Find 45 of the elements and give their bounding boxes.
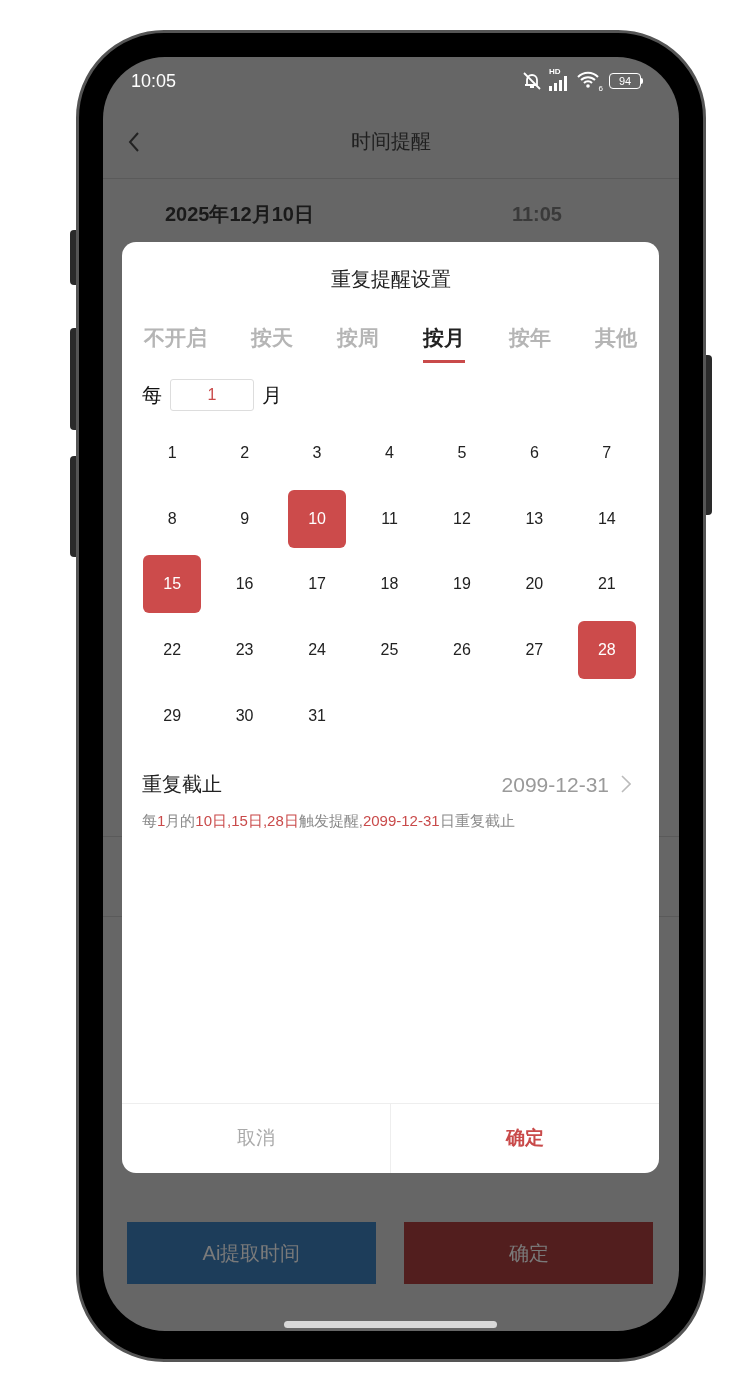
day-option[interactable]: 4 <box>360 424 419 483</box>
day-option[interactable]: 8 <box>143 489 202 548</box>
day-option[interactable]: 13 <box>505 489 564 548</box>
repeat-end-label: 重复截止 <box>142 772 222 798</box>
day-option[interactable]: 28 <box>577 621 636 680</box>
chevron-right-icon <box>621 775 631 794</box>
day-option[interactable]: 3 <box>288 424 347 483</box>
day-option[interactable]: 30 <box>215 686 274 745</box>
dialog-title: 重复提醒设置 <box>330 267 451 292</box>
day-option[interactable]: 19 <box>432 555 491 614</box>
day-option[interactable]: 2 <box>215 424 274 483</box>
status-time: 10:05 <box>131 69 177 93</box>
day-option[interactable]: 24 <box>288 621 347 680</box>
page-title: 时间提醒 <box>351 128 431 154</box>
day-option[interactable]: 11 <box>360 489 419 548</box>
day-option[interactable]: 25 <box>360 621 419 680</box>
day-option[interactable]: 1 <box>143 424 202 483</box>
repeat-summary: 每1月的10日,15日,28日触发提醒,2099-12-31日重复截止 <box>141 811 516 832</box>
day-option[interactable]: 29 <box>143 686 202 745</box>
day-option[interactable]: 21 <box>577 555 636 614</box>
day-option[interactable]: 7 <box>577 424 636 483</box>
day-option[interactable]: 10 <box>288 489 347 548</box>
battery-icon: 94 <box>609 73 643 89</box>
day-option[interactable]: 14 <box>577 489 636 548</box>
day-option[interactable]: 22 <box>143 621 202 680</box>
repeat-mode-tab[interactable]: 按月 <box>423 322 465 363</box>
day-option[interactable]: 5 <box>432 424 491 483</box>
day-option[interactable]: 23 <box>215 621 274 680</box>
month-interval-field[interactable]: 1 <box>170 378 254 411</box>
back-icon[interactable] <box>127 131 141 153</box>
day-option[interactable]: 17 <box>288 555 347 614</box>
day-option[interactable]: 6 <box>505 424 564 483</box>
day-option[interactable]: 12 <box>432 489 491 548</box>
day-option[interactable]: 20 <box>505 555 564 614</box>
day-option[interactable]: 18 <box>360 555 419 614</box>
day-option[interactable]: 31 <box>288 686 347 745</box>
day-option[interactable]: 16 <box>215 555 274 614</box>
muted-bell-icon <box>521 71 543 91</box>
day-option[interactable]: 9 <box>215 489 274 548</box>
interval-unit: 月 <box>262 382 282 408</box>
confirm-button[interactable]: 确定 <box>390 1104 659 1173</box>
day-option[interactable]: 15 <box>143 555 202 614</box>
interval-label: 每 <box>142 382 162 408</box>
day-option[interactable]: 26 <box>432 621 491 680</box>
day-option[interactable]: 27 <box>505 621 564 680</box>
